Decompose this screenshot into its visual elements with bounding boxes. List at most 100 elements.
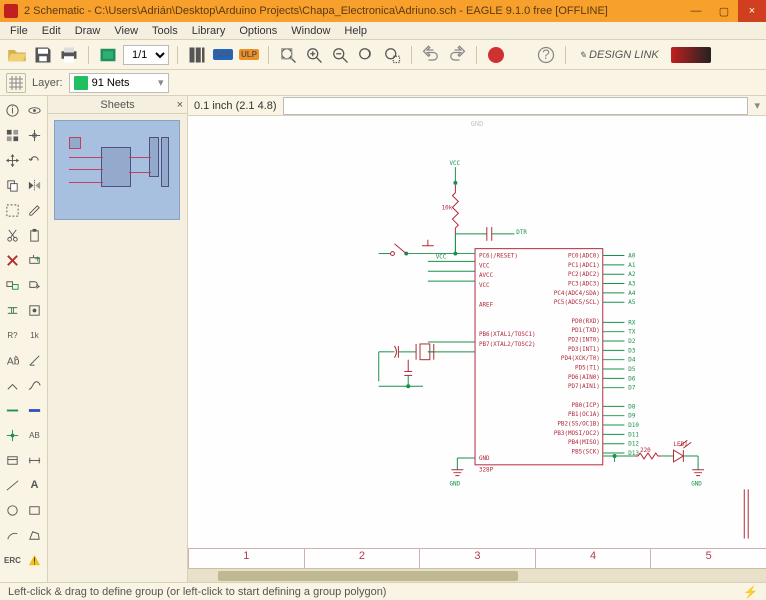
svg-text:PB1(OC1A): PB1(OC1A) (568, 412, 600, 418)
maximize-button[interactable]: ▢ (710, 0, 738, 22)
zoom-fit-button[interactable] (277, 44, 299, 66)
group-tool[interactable] (2, 198, 23, 222)
svg-text:D4: D4 (628, 358, 636, 364)
sheet-thumbnail[interactable] (54, 120, 180, 220)
design-link-button[interactable]: ✎ DESIGN LINK (574, 44, 664, 66)
zoom-redraw-button[interactable] (355, 44, 377, 66)
change-tool[interactable] (24, 198, 45, 222)
ltspice-button[interactable] (668, 44, 714, 66)
ruler: 1 2 3 4 5 (188, 548, 766, 568)
junction-tool[interactable] (2, 423, 23, 447)
menu-view[interactable]: View (108, 24, 144, 38)
save-button[interactable] (32, 44, 54, 66)
add-part-tool[interactable]: + (24, 248, 45, 272)
rect-tool[interactable] (24, 498, 45, 522)
svg-text:?: ? (542, 46, 550, 61)
svg-text:D7: D7 (628, 386, 636, 392)
menu-edit[interactable]: Edit (36, 24, 67, 38)
menu-tools[interactable]: Tools (146, 24, 184, 38)
open-button[interactable] (6, 44, 28, 66)
svg-text:220: 220 (640, 448, 651, 454)
schematic-canvas[interactable]: GND GND 328P PC6(/RESET)VCCAVCCVCCAREFPB… (188, 116, 766, 568)
split-tool[interactable] (2, 373, 23, 397)
scroll-thumb[interactable] (218, 571, 518, 581)
mirror-tool[interactable] (24, 173, 45, 197)
net-tool[interactable] (2, 398, 23, 422)
svg-text:A4: A4 (628, 291, 636, 297)
erc-tool[interactable]: ERC (2, 548, 23, 572)
gateswap-tool[interactable] (24, 273, 45, 297)
delete-tool[interactable] (2, 248, 23, 272)
attribute-tool[interactable] (2, 448, 23, 472)
sheets-close-icon[interactable]: × (177, 99, 183, 111)
layer-select[interactable]: 91 Nets ▾ (69, 73, 169, 93)
pinswap-tool[interactable] (2, 298, 23, 322)
text-tool[interactable]: A (24, 473, 45, 497)
undo-button[interactable] (420, 44, 442, 66)
ulp-button[interactable]: ULP (238, 44, 260, 66)
svg-text:A0: A0 (628, 253, 636, 259)
ruler-seg: 4 (535, 549, 651, 568)
circle-tool[interactable] (2, 498, 23, 522)
board-switch-button[interactable] (97, 44, 119, 66)
redo-button[interactable] (446, 44, 468, 66)
optimize-tool[interactable] (24, 373, 45, 397)
svg-text:PD3(INT1): PD3(INT1) (568, 347, 600, 353)
mark-tool[interactable] (24, 123, 45, 147)
power-icon: ⚡ (743, 585, 758, 599)
miter-tool[interactable] (24, 348, 45, 372)
zoom-out-button[interactable] (329, 44, 351, 66)
menu-window[interactable]: Window (285, 24, 336, 38)
name-tool[interactable]: R? (2, 323, 23, 347)
separator (88, 46, 89, 64)
command-input[interactable] (283, 97, 749, 115)
svg-text:AVCC: AVCC (479, 273, 494, 279)
polygon-tool[interactable] (24, 523, 45, 547)
smash-tool[interactable]: Ab (2, 348, 23, 372)
arc-tool[interactable] (2, 523, 23, 547)
info-tool[interactable]: i (2, 98, 23, 122)
stop-button[interactable] (485, 44, 507, 66)
svg-text:D9: D9 (628, 414, 636, 420)
menu-library[interactable]: Library (186, 24, 232, 38)
svg-text:PD5(T1): PD5(T1) (575, 366, 600, 372)
bus-tool[interactable] (24, 398, 45, 422)
invoke-tool[interactable] (24, 298, 45, 322)
copy-tool[interactable] (2, 173, 23, 197)
errors-tool[interactable]: ! (24, 548, 45, 572)
minimize-button[interactable]: — (682, 0, 710, 22)
status-hint: Left-click & drag to define group (or le… (8, 586, 386, 598)
menu-draw[interactable]: Draw (69, 24, 107, 38)
svg-text:VCC: VCC (436, 254, 447, 260)
svg-text:PB3(MOSI/OC2): PB3(MOSI/OC2) (554, 431, 600, 437)
menu-file[interactable]: File (4, 24, 34, 38)
show-tool[interactable] (24, 98, 45, 122)
cut-tool[interactable] (2, 223, 23, 247)
scr-button[interactable]: SCR (212, 44, 234, 66)
svg-text:PB0(ICP): PB0(ICP) (572, 403, 600, 409)
library-mgr-button[interactable] (186, 44, 208, 66)
display-tool[interactable] (2, 123, 23, 147)
value-tool[interactable]: 1k (24, 323, 45, 347)
zoom-combo[interactable]: 1/1 (123, 45, 169, 65)
zoom-in-button[interactable] (303, 44, 325, 66)
dimension-tool[interactable] (24, 448, 45, 472)
separator (177, 46, 178, 64)
print-button[interactable] (58, 44, 80, 66)
menu-options[interactable]: Options (233, 24, 283, 38)
svg-text:PC2(ADC2): PC2(ADC2) (568, 272, 600, 278)
help-button[interactable]: ? (535, 44, 557, 66)
wire-tool[interactable] (2, 473, 23, 497)
move-tool[interactable] (2, 148, 23, 172)
svg-text:PC0(ADC0): PC0(ADC0) (568, 253, 600, 259)
paste-tool[interactable] (24, 223, 45, 247)
app-icon (4, 4, 18, 18)
replace-tool[interactable] (2, 273, 23, 297)
close-button[interactable]: × (738, 0, 766, 22)
grid-button[interactable] (6, 73, 26, 93)
rotate-tool[interactable] (24, 148, 45, 172)
label-tool[interactable]: AB (24, 423, 45, 447)
menu-help[interactable]: Help (338, 24, 373, 38)
horizontal-scrollbar[interactable] (188, 568, 766, 582)
zoom-select-button[interactable] (381, 44, 403, 66)
